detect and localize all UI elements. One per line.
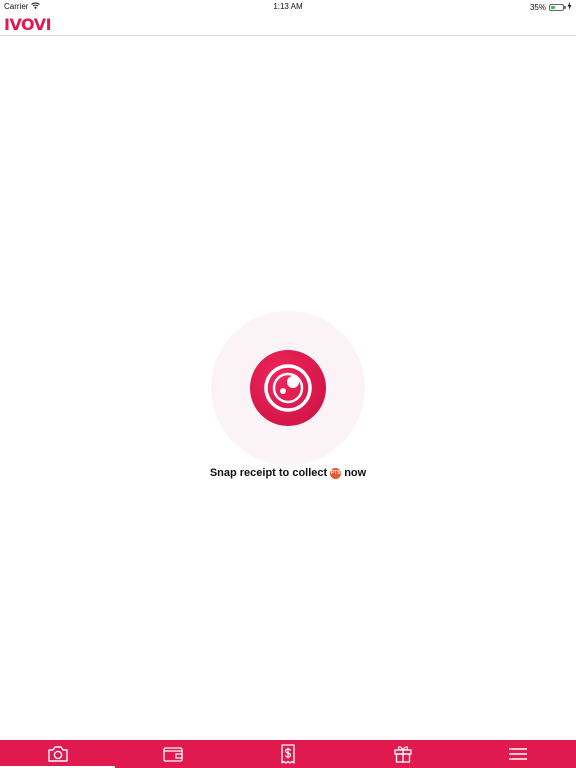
status-bar: Carrier 1:13 AM 35% xyxy=(0,0,576,12)
snap-caption: Snap receipt to collect PTS now xyxy=(0,467,576,479)
ivovi-logo[interactable]: IVOVI xyxy=(4,15,52,34)
tab-camera[interactable] xyxy=(0,740,116,768)
status-time: 1:13 AM xyxy=(273,2,303,11)
bottom-tab-bar xyxy=(0,740,576,768)
app-header: IVOVI xyxy=(0,12,576,36)
caption-text-after: now xyxy=(344,467,367,479)
camera-lens-icon xyxy=(264,364,312,412)
tab-receipts[interactable] xyxy=(230,740,345,768)
tab-rewards[interactable] xyxy=(346,740,461,768)
tab-wallet[interactable] xyxy=(115,740,230,768)
snap-receipt-button[interactable] xyxy=(250,350,326,426)
status-right: 35% xyxy=(530,2,572,12)
snap-receipt-area xyxy=(211,311,365,465)
menu-icon xyxy=(509,748,528,760)
caption-text-before: Snap receipt to collect xyxy=(209,467,328,479)
gift-icon xyxy=(394,746,412,763)
battery-icon xyxy=(549,3,566,11)
wallet-icon xyxy=(163,747,183,762)
camera-icon xyxy=(47,746,68,762)
receipt-dollar-icon xyxy=(281,744,295,764)
battery-percent: 35% xyxy=(529,2,546,12)
battery-level-fill xyxy=(551,5,555,9)
tab-menu[interactable] xyxy=(461,740,576,768)
points-coin-icon: PTS xyxy=(330,467,342,479)
charging-bolt-icon xyxy=(567,2,572,12)
